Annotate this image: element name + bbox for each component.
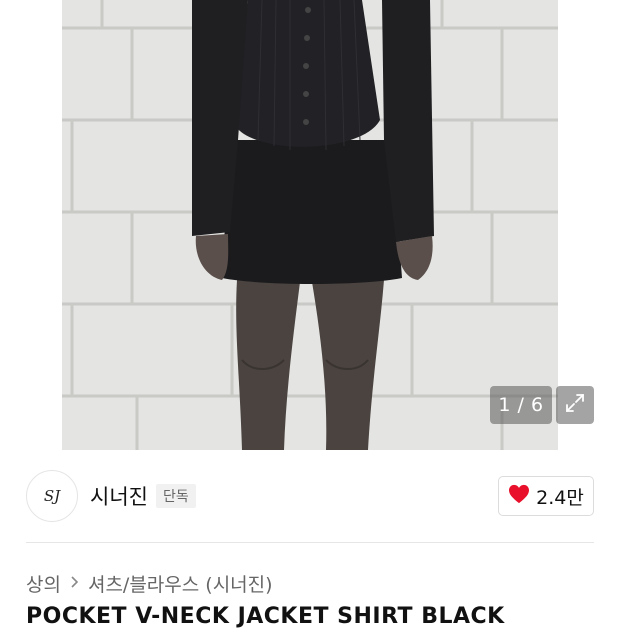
- chevron-right-icon: [70, 575, 79, 593]
- breadcrumb: 상의 셔츠/블라우스 (시너진): [26, 570, 273, 597]
- divider: [26, 542, 594, 543]
- brand-name-link[interactable]: 시너진: [90, 481, 148, 511]
- breadcrumb-category[interactable]: 상의: [26, 570, 61, 597]
- product-title: POCKET V-NECK JACKET SHIRT BLACK: [26, 604, 505, 629]
- expand-icon: [564, 392, 586, 418]
- exclusive-badge: 단독: [156, 484, 196, 508]
- product-photo[interactable]: [62, 0, 558, 450]
- like-button[interactable]: 2.4만: [498, 476, 594, 516]
- brand-row: SJ 시너진 단독 2.4만: [0, 450, 620, 542]
- breadcrumb-subcategory[interactable]: 셔츠/블라우스 (시너진): [88, 570, 273, 597]
- expand-button[interactable]: [556, 386, 594, 424]
- brand-logo[interactable]: SJ: [26, 470, 78, 522]
- brand-logo-text: SJ: [43, 487, 61, 505]
- heart-icon: [508, 484, 530, 508]
- product-image-gallery[interactable]: 1 / 6: [0, 0, 620, 450]
- image-counter: 1 / 6: [490, 386, 552, 424]
- like-count: 2.4만: [536, 486, 584, 509]
